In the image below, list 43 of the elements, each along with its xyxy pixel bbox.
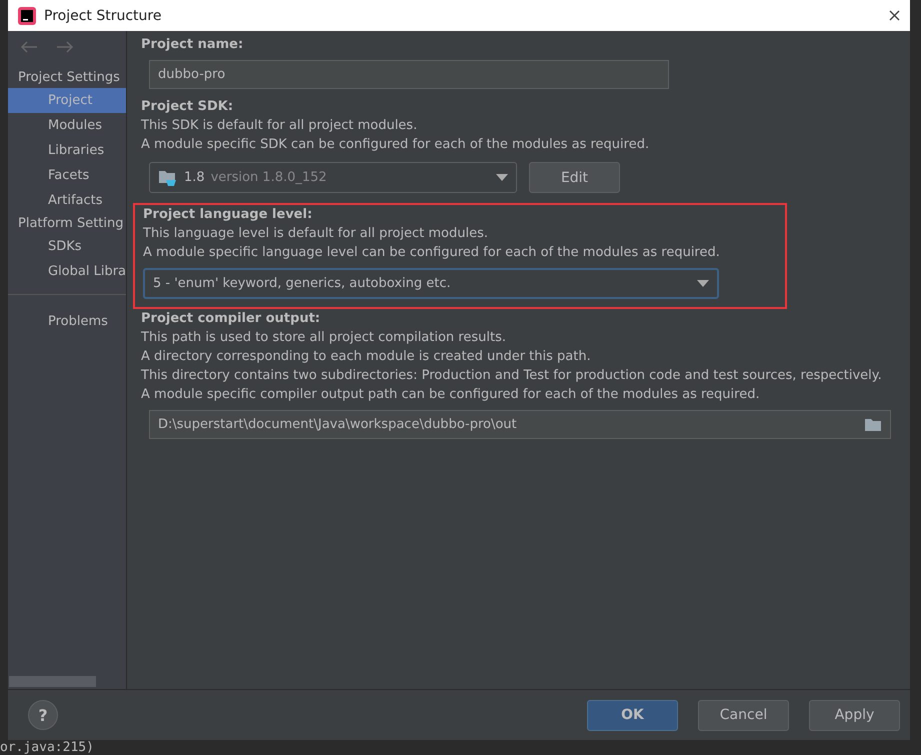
sidebar-item[interactable]: Libraries [8,138,126,163]
output-path-field[interactable]: D:\superstart\document\Java\workspace\dubbo-pro\out [149,410,891,439]
description-text: This language level is default for all project modules. [143,225,489,243]
close-icon[interactable] [889,10,900,21]
description-text: This SDK is default for all project modules. [141,117,418,135]
field-label: Project name: [141,37,244,52]
back-arrow-icon[interactable] [20,41,38,53]
description-text: This directory contains two subdirectories: Production and Test for production code and test sources, respectively. [141,367,883,385]
dialog-button[interactable]: OK [587,700,678,730]
folder-cup-icon [158,168,178,186]
sdk-version: version 1.8.0_152 [210,170,327,185]
sidebar-item[interactable]: SDKs [8,234,126,259]
sdk-name: 1.8 [184,170,205,185]
dialog-button[interactable]: Cancel [698,700,789,730]
dropdown-arrow-icon [697,280,709,287]
description-text: A module specific language level can be configured for each of the modules as required. [143,244,721,262]
field-label: Project compiler output: [141,311,322,326]
description-text: This path is used to store all project compilation results. [141,329,507,347]
forward-arrow-icon[interactable] [56,41,74,53]
sidebar-item[interactable]: Facets [8,163,126,188]
dropdown-arrow-icon [496,174,508,181]
help-button[interactable]: ? [28,700,58,730]
dialog-button[interactable]: Apply [809,700,900,730]
edit-button[interactable]: Edit [529,162,620,193]
language-level-dropdown[interactable]: 5 - 'enum' keyword, generics, autoboxing etc. [143,268,719,299]
project-name-field[interactable]: dubbo-pro [149,60,669,89]
sidebar-item[interactable]: Artifacts [8,188,126,213]
description-text: A directory corresponding to each module is created under this path. [141,348,592,366]
field-label: Project language level: [143,207,314,222]
field-label: Project SDK: [141,99,234,114]
scrollbar-thumb[interactable] [9,676,96,687]
folder-icon[interactable] [864,418,882,432]
sdk-dropdown[interactable]: 1.8 version 1.8.0_152 [149,162,517,193]
sidebar-section-title: Project Settings [17,69,121,87]
sidebar-item[interactable]: Problems [8,309,126,334]
description-text: A module specific SDK can be configured for each of the modules as required. [141,136,650,154]
console-text: or.java:215) [0,740,95,755]
app-logo-icon [18,6,36,24]
sidebar-section-title: Platform Setting [17,215,125,233]
description-text: A module specific compiler output path can be configured for each of the modules as required. [141,386,761,404]
sidebar-item[interactable]: Modules [8,113,126,138]
sidebar-item[interactable]: Global Libra [8,259,126,284]
window-title: Project Structure [44,8,162,24]
